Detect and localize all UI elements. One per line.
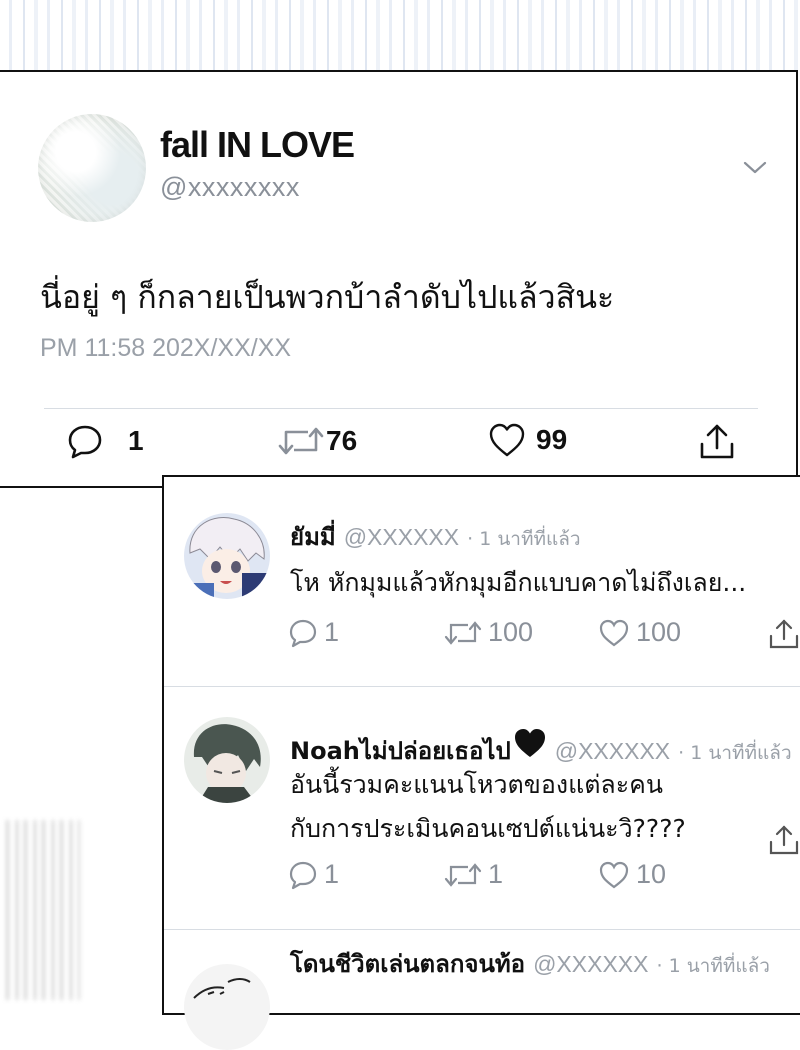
reply-actions: 1 1 10	[164, 859, 800, 895]
like-count: 100	[636, 617, 682, 647]
reply-time: · 1 นาทีที่แล้ว	[467, 528, 581, 550]
comment-bubble-icon	[289, 619, 317, 647]
reply-actions: 1 100 100	[164, 617, 800, 653]
like-button[interactable]: 99	[488, 422, 567, 458]
retweet-button[interactable]: 100	[444, 617, 533, 648]
avatar-illustration	[193, 978, 251, 999]
retweet-icon	[444, 862, 482, 887]
reply-author-name[interactable]: ยัมมี่	[290, 517, 336, 556]
tweet-text: นี่อยู่ ๆ ก็กลายเป็นพวกบ้าลำดับไปแล้วสิน…	[40, 278, 615, 316]
reply-time: · 1 นาทีที่แล้ว	[656, 955, 770, 977]
like-count: 10	[636, 859, 667, 889]
reply-item[interactable]: Noahไม่ปล่อยเธอไป @XXXXXX · 1 นาทีที่แล้…	[164, 687, 800, 929]
reply-handle[interactable]: @XXXXXX	[533, 951, 648, 978]
background-blur	[0, 820, 80, 1000]
avatar[interactable]	[184, 964, 270, 1050]
retweet-count: 100	[488, 617, 534, 647]
avatar[interactable]	[184, 513, 270, 599]
avatar-illustration	[184, 717, 270, 803]
avatar[interactable]	[184, 717, 270, 803]
reply-button[interactable]: 1	[288, 859, 339, 890]
reply-item[interactable]: ยัมมี่ @XXXXXX · 1 นาทีที่แล้ว โห หักมุม…	[164, 477, 800, 687]
avatar-illustration	[184, 513, 270, 599]
reply-text: โห หักมุมแล้วหักมุมอีกแบบคาดไม่ถึงเลย...	[290, 568, 747, 597]
share-icon	[700, 424, 734, 459]
retweet-button[interactable]: 76	[278, 422, 357, 460]
black-heart-icon	[514, 729, 545, 757]
background-stripes	[0, 0, 800, 72]
reply-count: 1	[324, 859, 340, 889]
retweet-icon	[444, 620, 482, 645]
tweet-actions: 1 76 99	[0, 422, 800, 472]
share-icon	[769, 619, 799, 649]
chevron-down-icon[interactable]	[742, 158, 768, 176]
reply-text: อันนี้รวมคะแนนโหวตของแต่ละคน กับการประเม…	[290, 770, 686, 843]
tweet-timestamp: PM 11:58 202X/XX/XX	[40, 334, 292, 362]
share-icon	[769, 825, 799, 855]
reply-author-name[interactable]: โดนชีวิตเล่นตลกจนท้อ	[290, 944, 525, 983]
comment-bubble-icon	[289, 861, 317, 889]
heart-icon	[599, 619, 629, 646]
retweet-count: 1	[488, 859, 504, 889]
share-button[interactable]	[768, 617, 800, 651]
retweet-button[interactable]: 1	[444, 859, 503, 890]
like-count: 99	[536, 424, 568, 455]
main-tweet-card: fall IN LOVE @xxxxxxxx นี่อยู่ ๆ ก็กลายเ…	[0, 70, 798, 488]
reply-header: ยัมมี่ @XXXXXX · 1 นาทีที่แล้ว	[290, 517, 581, 556]
retweet-icon	[278, 427, 324, 455]
display-name[interactable]: fall IN LOVE	[160, 124, 355, 166]
user-handle[interactable]: @xxxxxxxx	[160, 172, 300, 203]
reply-count: 1	[128, 425, 144, 456]
like-button[interactable]: 10	[598, 859, 666, 890]
share-button[interactable]	[698, 422, 736, 462]
divider	[44, 408, 758, 409]
heart-icon	[489, 423, 525, 457]
replies-card: ยัมมี่ @XXXXXX · 1 นาทีที่แล้ว โห หักมุม…	[162, 475, 800, 1050]
like-button[interactable]: 100	[598, 617, 681, 648]
reply-time: · 1 นาทีที่แล้ว	[678, 742, 792, 764]
avatar[interactable]	[38, 114, 146, 222]
reply-header: โดนชีวิตเล่นตลกจนท้อ @XXXXXX · 1 นาทีที่…	[290, 944, 770, 983]
retweet-count: 76	[326, 425, 358, 456]
share-button[interactable]	[768, 823, 800, 857]
reply-handle[interactable]: @XXXXXX	[344, 524, 459, 551]
comment-bubble-icon	[68, 425, 102, 459]
reply-button[interactable]: 1	[66, 422, 144, 460]
reply-handle[interactable]: @XXXXXX	[555, 738, 670, 765]
reply-button[interactable]: 1	[288, 617, 339, 648]
reply-item[interactable]: โดนชีวิตเล่นตลกจนท้อ @XXXXXX · 1 นาทีที่…	[164, 930, 800, 1050]
heart-icon	[599, 861, 629, 888]
reply-count: 1	[324, 617, 340, 647]
